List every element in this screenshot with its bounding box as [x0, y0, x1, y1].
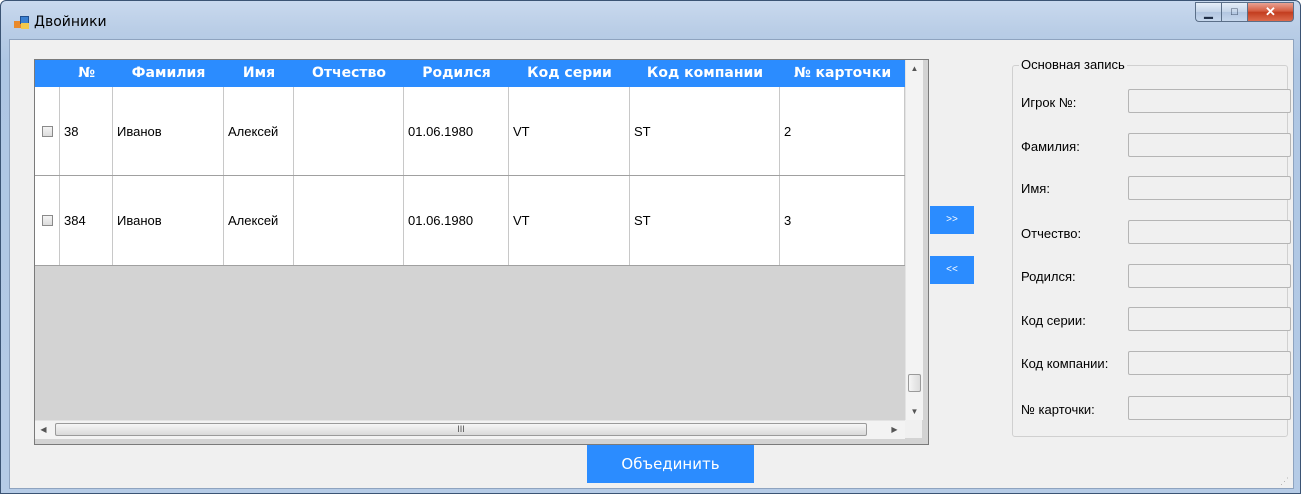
cell-num[interactable]: 38: [60, 87, 113, 175]
app-icon: [14, 16, 30, 30]
maximize-icon: □: [1231, 6, 1238, 18]
series-field[interactable]: [1128, 307, 1291, 331]
cell-company[interactable]: ST: [630, 87, 780, 175]
cell-born[interactable]: 01.06.1980: [404, 87, 509, 175]
surname-field[interactable]: [1128, 133, 1291, 157]
client-area: № Фамилия Имя Отчество Родился Код серии…: [9, 39, 1294, 489]
move-right-button[interactable]: >>: [930, 206, 974, 234]
scrollbar-corner: [905, 420, 922, 438]
column-header-surname[interactable]: Фамилия: [113, 60, 224, 87]
scroll-left-icon[interactable]: ◀: [35, 421, 52, 439]
window-title: Двойники: [34, 14, 107, 30]
main-record-legend: Основная запись: [1019, 57, 1127, 72]
cell-patronymic[interactable]: [294, 176, 404, 265]
grid-header: № Фамилия Имя Отчество Родился Код серии…: [35, 60, 905, 87]
vertical-scroll-thumb[interactable]: [908, 374, 921, 392]
cell-card[interactable]: 3: [780, 176, 905, 265]
title-bar[interactable]: Двойники ▁ □ ✕: [1, 1, 1300, 39]
cell-name[interactable]: Алексей: [224, 176, 294, 265]
company-field[interactable]: [1128, 351, 1291, 375]
cell-surname[interactable]: Иванов: [113, 87, 224, 175]
main-window: Двойники ▁ □ ✕ № Фамилия Имя Отчество Ро…: [0, 0, 1301, 494]
scroll-up-icon[interactable]: ▲: [906, 60, 923, 77]
row-select-cell[interactable]: [35, 176, 60, 265]
maximize-button[interactable]: □: [1221, 2, 1247, 22]
field-label-company: Код компании:: [1021, 356, 1109, 371]
patronymic-field[interactable]: [1128, 220, 1291, 244]
merge-button[interactable]: Объединить: [587, 445, 754, 483]
name-field[interactable]: [1128, 176, 1291, 200]
field-label-name: Имя:: [1021, 181, 1050, 196]
column-header-born[interactable]: Родился: [404, 60, 509, 87]
resize-grip-icon[interactable]: ⋰: [1280, 476, 1290, 486]
cell-surname[interactable]: Иванов: [113, 176, 224, 265]
close-button[interactable]: ✕: [1247, 2, 1294, 22]
vertical-scrollbar[interactable]: ▲ ▼: [905, 60, 923, 420]
scroll-right-icon[interactable]: ▶: [886, 421, 903, 439]
horizontal-scrollbar[interactable]: ◀ III ▶: [35, 420, 905, 439]
field-label-card: № карточки:: [1021, 402, 1095, 417]
horizontal-scroll-thumb[interactable]: III: [55, 423, 867, 436]
duplicates-grid[interactable]: № Фамилия Имя Отчество Родился Код серии…: [34, 59, 929, 445]
player-num-field[interactable]: [1128, 89, 1291, 113]
close-icon: ✕: [1265, 4, 1276, 19]
table-row[interactable]: 384 Иванов Алексей 01.06.1980 VT ST 3: [35, 176, 905, 266]
scroll-down-icon[interactable]: ▼: [906, 403, 923, 420]
cell-card[interactable]: 2: [780, 87, 905, 175]
main-record-group: [1012, 65, 1288, 437]
minimize-button[interactable]: ▁: [1195, 2, 1221, 22]
column-header-card[interactable]: № карточки: [780, 60, 905, 87]
column-header-name[interactable]: Имя: [224, 60, 294, 87]
cell-born[interactable]: 01.06.1980: [404, 176, 509, 265]
row-select-cell[interactable]: [35, 87, 60, 175]
table-row[interactable]: 38 Иванов Алексей 01.06.1980 VT ST 2: [35, 87, 905, 176]
minimize-icon: ▁: [1204, 6, 1213, 19]
column-header-num[interactable]: №: [60, 60, 113, 87]
born-field[interactable]: [1128, 264, 1291, 288]
cell-series[interactable]: VT: [509, 176, 630, 265]
field-label-patronymic: Отчество:: [1021, 226, 1082, 241]
cell-name[interactable]: Алексей: [224, 87, 294, 175]
column-header-patronymic[interactable]: Отчество: [294, 60, 404, 87]
window-controls: ▁ □ ✕: [1195, 2, 1294, 24]
row-checkbox[interactable]: [41, 125, 53, 137]
cell-num[interactable]: 384: [60, 176, 113, 265]
card-field[interactable]: [1128, 396, 1291, 420]
column-header-company[interactable]: Код компании: [630, 60, 780, 87]
cell-series[interactable]: VT: [509, 87, 630, 175]
field-label-surname: Фамилия:: [1021, 139, 1080, 154]
move-left-button[interactable]: <<: [930, 256, 974, 284]
field-label-born: Родился:: [1021, 269, 1076, 284]
cell-patronymic[interactable]: [294, 87, 404, 175]
column-header-series[interactable]: Код серии: [509, 60, 630, 87]
cell-company[interactable]: ST: [630, 176, 780, 265]
field-label-series: Код серии:: [1021, 313, 1086, 328]
field-label-player-num: Игрок №:: [1021, 95, 1077, 110]
row-checkbox[interactable]: [41, 215, 53, 226]
